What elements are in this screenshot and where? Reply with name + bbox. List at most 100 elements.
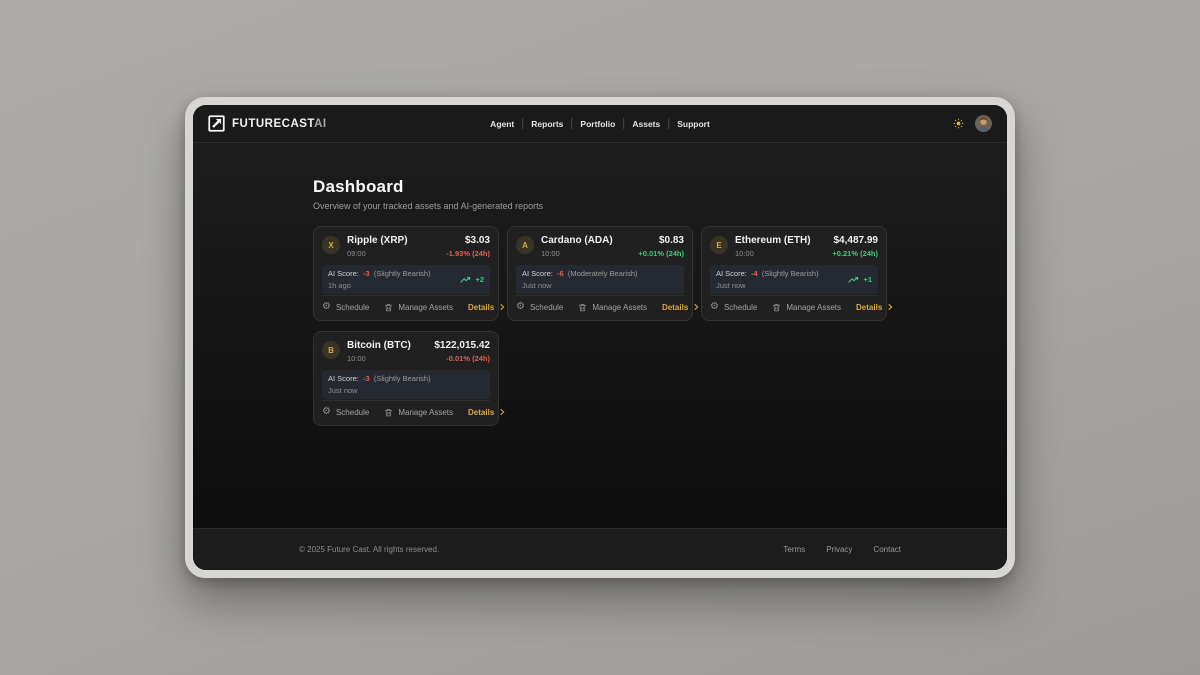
- ai-score-value: -3: [363, 269, 370, 278]
- footer-link-privacy[interactable]: Privacy: [826, 545, 852, 554]
- ai-score-value: -3: [363, 374, 370, 383]
- footer-links: Terms Privacy Contact: [783, 545, 901, 554]
- trend-value: +1: [863, 275, 872, 284]
- trend-badge: +1: [848, 275, 872, 284]
- user-avatar[interactable]: [975, 115, 992, 132]
- asset-name: Cardano (ADA): [541, 235, 631, 246]
- chevron-right-icon: [886, 303, 894, 311]
- nav-item-support[interactable]: Support: [677, 119, 710, 129]
- card-actions: ⚙Schedule Manage Assets Details: [516, 295, 684, 312]
- chevron-right-icon: [692, 303, 700, 311]
- asset-card: A Cardano (ADA) 10:00 $0.83 +0.01% (24h)…: [507, 226, 693, 321]
- ai-sentiment: (Moderately Bearish): [568, 269, 638, 278]
- brand-main: FUTURECAST: [232, 118, 314, 130]
- manage-assets-button[interactable]: Manage Assets: [384, 408, 453, 417]
- schedule-label: Schedule: [336, 303, 369, 312]
- asset-change: -0.01% (24h): [434, 354, 490, 363]
- app-window: FUTURECASTAI Agent Reports Portfolio Assets…: [185, 97, 1015, 578]
- gear-icon: ⚙: [710, 302, 719, 312]
- ai-score-strip: AI Score: -3 (Slightly Bearish) Just now: [322, 370, 490, 399]
- asset-name: Ethereum (ETH): [735, 235, 825, 246]
- schedule-label: Schedule: [530, 303, 563, 312]
- asset-card: B Bitcoin (BTC) 10:00 $122,015.42 -0.01%…: [313, 331, 499, 426]
- manage-assets-button[interactable]: Manage Assets: [772, 303, 841, 312]
- ai-score-strip: AI Score: -6 (Moderately Bearish) Just n…: [516, 265, 684, 294]
- details-label: Details: [662, 303, 688, 312]
- main-nav: Agent Reports Portfolio Assets Support: [490, 118, 710, 129]
- trash-icon: [772, 303, 781, 312]
- topbar-right: [953, 115, 992, 132]
- ai-updated-time: Just now: [522, 281, 637, 290]
- ai-sentiment: (Slightly Bearish): [762, 269, 819, 278]
- brand-suffix: AI: [314, 118, 327, 130]
- schedule-button[interactable]: ⚙ Schedule: [516, 302, 563, 312]
- copyright-text: © 2025 Future Cast. All rights reserved.: [299, 545, 439, 554]
- ai-updated-time: Just now: [716, 281, 819, 290]
- card-header: A Cardano (ADA) 10:00 $0.83 +0.01% (24h): [516, 235, 684, 258]
- footer-link-contact[interactable]: Contact: [873, 545, 901, 554]
- ai-score-label: AI Score:: [328, 269, 359, 278]
- card-header: E Ethereum (ETH) 10:00 $4,487.99 +0.21% …: [710, 235, 878, 258]
- nav-item-agent[interactable]: Agent: [490, 119, 514, 129]
- details-button[interactable]: Details: [468, 303, 506, 312]
- details-label: Details: [468, 303, 494, 312]
- trending-up-icon: [848, 276, 860, 284]
- footer: © 2025 Future Cast. All rights reserved.…: [193, 528, 1007, 570]
- nav-item-portfolio[interactable]: Portfolio: [580, 119, 615, 129]
- trend-badge: +2: [460, 275, 484, 284]
- trending-up-icon: [460, 276, 472, 284]
- details-label: Details: [856, 303, 882, 312]
- asset-price: $122,015.42: [434, 340, 490, 351]
- brand: FUTURECASTAI: [208, 115, 327, 132]
- trash-icon: [384, 303, 393, 312]
- ai-sentiment: (Slightly Bearish): [374, 269, 431, 278]
- sun-icon: [953, 118, 964, 129]
- asset-name: Ripple (XRP): [347, 235, 439, 246]
- app-screen: FUTURECASTAI Agent Reports Portfolio Assets…: [193, 105, 1007, 570]
- ai-score-strip: AI Score: -3 (Slightly Bearish) 1h ago +…: [322, 265, 490, 294]
- asset-price: $0.83: [638, 235, 684, 246]
- page-subtitle: Overview of your tracked assets and AI-g…: [313, 201, 887, 211]
- trash-icon: [578, 303, 587, 312]
- asset-badge: A: [516, 236, 534, 254]
- schedule-label: Schedule: [336, 408, 369, 417]
- card-header: X Ripple (XRP) 09:00 $3.03 -1.93% (24h): [322, 235, 490, 258]
- details-button[interactable]: Details: [468, 408, 506, 417]
- card-actions: ⚙Schedule Manage Assets Details: [710, 295, 878, 312]
- ai-score-label: AI Score:: [522, 269, 553, 278]
- theme-toggle-button[interactable]: [953, 118, 964, 129]
- nav-item-assets[interactable]: Assets: [632, 119, 660, 129]
- asset-time: 10:00: [735, 249, 825, 258]
- nav-item-reports[interactable]: Reports: [531, 119, 563, 129]
- ai-updated-time: 1h ago: [328, 281, 431, 290]
- card-actions: ⚙Schedule Manage Assets Details: [322, 295, 490, 312]
- trend-value: +2: [475, 275, 484, 284]
- chevron-right-icon: [498, 303, 506, 311]
- logo-icon: [208, 115, 225, 132]
- details-button[interactable]: Details: [662, 303, 700, 312]
- schedule-label: Schedule: [724, 303, 757, 312]
- asset-time: 09:00: [347, 249, 439, 258]
- manage-assets-label: Manage Assets: [398, 408, 453, 417]
- manage-assets-button[interactable]: Manage Assets: [384, 303, 453, 312]
- ai-score-value: -4: [751, 269, 758, 278]
- schedule-button[interactable]: ⚙ Schedule: [710, 302, 757, 312]
- page-title: Dashboard: [313, 177, 887, 197]
- gear-icon: ⚙: [322, 407, 331, 417]
- manage-assets-button[interactable]: Manage Assets: [578, 303, 647, 312]
- schedule-button[interactable]: ⚙ Schedule: [322, 302, 369, 312]
- details-button[interactable]: Details: [856, 303, 894, 312]
- manage-assets-label: Manage Assets: [398, 303, 453, 312]
- card-actions: ⚙Schedule Manage Assets Details: [322, 400, 490, 417]
- asset-change: +0.21% (24h): [832, 249, 878, 258]
- ai-updated-time: Just now: [328, 386, 431, 395]
- main-content: Dashboard Overview of your tracked asset…: [193, 143, 1007, 528]
- trash-icon: [384, 408, 393, 417]
- footer-link-terms[interactable]: Terms: [783, 545, 805, 554]
- gear-icon: ⚙: [322, 302, 331, 312]
- schedule-button[interactable]: ⚙ Schedule: [322, 407, 369, 417]
- gear-icon: ⚙: [516, 302, 525, 312]
- nav-separator: [668, 118, 669, 129]
- asset-change: +0.01% (24h): [638, 249, 684, 258]
- top-navigation-bar: FUTURECASTAI Agent Reports Portfolio Assets…: [193, 105, 1007, 143]
